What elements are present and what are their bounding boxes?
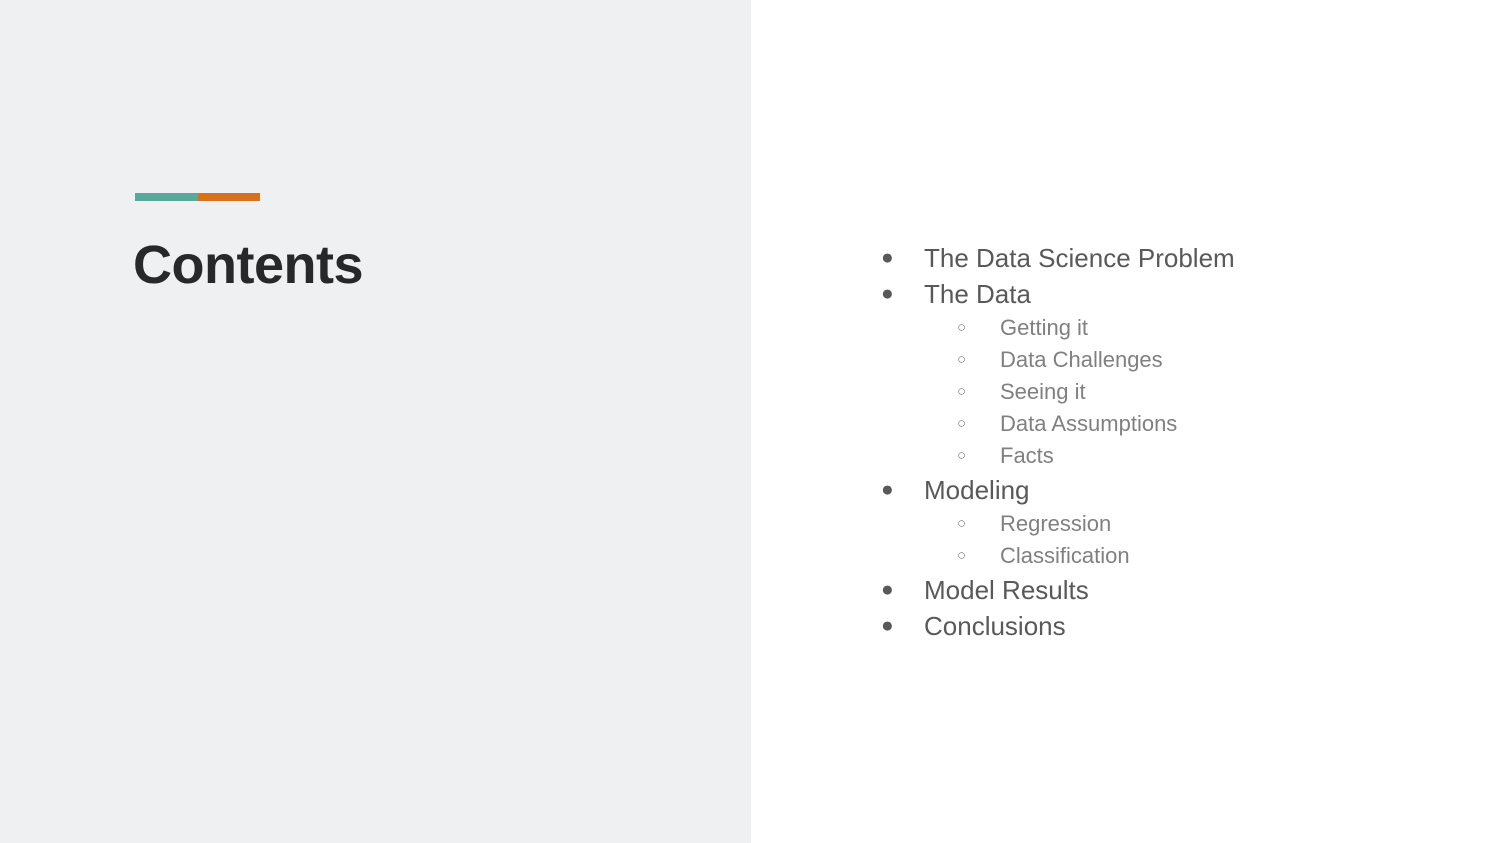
accent-bar-orange-segment [198, 193, 260, 201]
list-item[interactable]: ○ Classification [881, 540, 1481, 572]
filled-disc-bullet: ● [881, 614, 894, 637]
list-item[interactable]: ○ Facts [881, 440, 1481, 472]
list-item-label: Seeing it [1000, 379, 1086, 404]
filled-disc-bullet: ● [881, 478, 894, 501]
list-item-label: Data Challenges [1000, 347, 1163, 372]
list-item[interactable]: ○ Getting it [881, 312, 1481, 344]
hollow-circle-bullet: ○ [957, 447, 967, 464]
list-item-label: Regression [1000, 511, 1112, 536]
list-item-label: Classification [1000, 543, 1130, 568]
hollow-circle-bullet: ○ [957, 547, 967, 564]
list-item[interactable]: ○ Data Challenges [881, 344, 1481, 376]
filled-disc-bullet: ● [881, 246, 894, 269]
list-item[interactable]: ● Modeling [881, 472, 1481, 508]
accent-bar [135, 193, 260, 201]
list-item[interactable]: ● Model Results [881, 572, 1481, 608]
list-item-label: Modeling [924, 475, 1030, 505]
list-item-label: The Data [924, 279, 1031, 309]
hollow-circle-bullet: ○ [957, 383, 967, 400]
hollow-circle-bullet: ○ [957, 351, 967, 368]
list-item[interactable]: ○ Seeing it [881, 376, 1481, 408]
list-item[interactable]: ● Conclusions [881, 608, 1481, 644]
accent-bar-teal-segment [135, 193, 198, 201]
title-panel: Contents [0, 0, 751, 843]
page-title: Contents [133, 235, 363, 295]
list-item-label: Conclusions [924, 611, 1066, 641]
contents-panel: ● The Data Science Problem ● The Data ○ Getti… [751, 0, 1500, 843]
hollow-circle-bullet: ○ [957, 319, 967, 336]
list-item[interactable]: ● The Data Science Problem [881, 240, 1481, 276]
list-item[interactable]: ○ Data Assumptions [881, 408, 1481, 440]
list-item-label: Getting it [1000, 315, 1089, 340]
hollow-circle-bullet: ○ [957, 415, 967, 432]
filled-disc-bullet: ● [881, 578, 894, 601]
filled-disc-bullet: ● [881, 282, 894, 305]
list-item-label: Facts [1000, 443, 1054, 468]
list-item-label: Data Assumptions [1000, 411, 1178, 436]
list-item[interactable]: ● The Data [881, 276, 1481, 312]
list-item[interactable]: ○ Regression [881, 508, 1481, 540]
contents-list: ● The Data Science Problem ● The Data ○ Getti… [881, 240, 1481, 644]
list-item-label: The Data Science Problem [924, 243, 1235, 273]
list-item-label: Model Results [924, 575, 1089, 605]
hollow-circle-bullet: ○ [957, 515, 967, 532]
presentation-slide: Contents ● The Data Science Problem ● The D… [0, 0, 1500, 843]
